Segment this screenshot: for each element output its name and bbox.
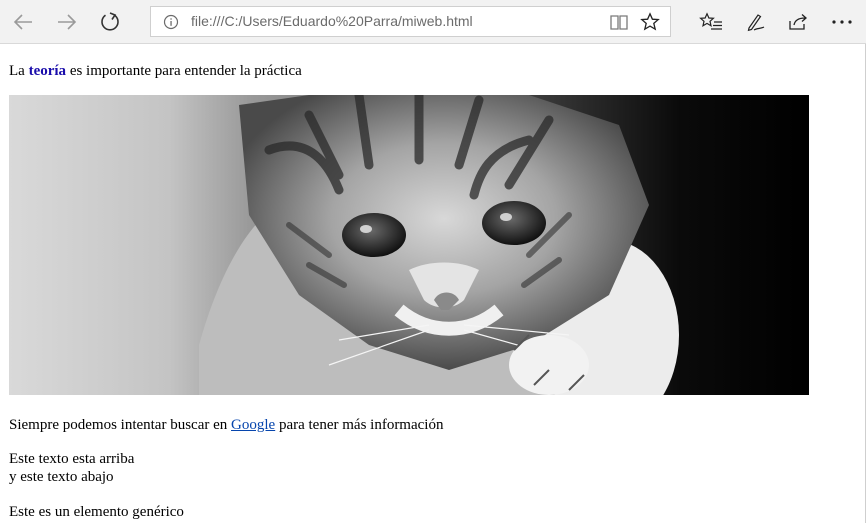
web-note-button[interactable] — [739, 7, 771, 37]
arrow-left-icon — [13, 14, 32, 30]
favorites-hub-button[interactable] — [695, 7, 727, 37]
address-bar[interactable]: file:///C:/Users/Eduardo%20Parra/miweb.h… — [150, 6, 671, 37]
refresh-icon — [101, 12, 119, 31]
text: para tener más información — [275, 417, 444, 433]
info-icon[interactable] — [163, 7, 179, 36]
share-button[interactable] — [782, 7, 814, 37]
more-button[interactable] — [826, 7, 858, 37]
favorite-star-icon[interactable] — [640, 7, 660, 36]
share-icon — [789, 14, 807, 30]
back-button[interactable] — [7, 7, 39, 37]
paragraph-google: Siempre podemos intentar buscar en Googl… — [9, 416, 443, 434]
favorites-list-icon — [699, 12, 722, 30]
forward-button[interactable] — [51, 7, 83, 37]
arrow-right-icon — [58, 14, 77, 30]
paragraph-teoria: La teoría es importante para entender la… — [9, 62, 302, 80]
pen-icon — [747, 14, 765, 32]
paragraph-line-break: Este texto esta arriba y este texto abajo — [9, 450, 134, 486]
more-dots-icon — [832, 20, 852, 24]
refresh-button[interactable] — [94, 7, 126, 37]
text: Siempre podemos intentar buscar en — [9, 417, 232, 433]
browser-toolbar: file:///C:/Users/Eduardo%20Parra/miweb.h… — [0, 0, 866, 44]
google-link[interactable]: Google — [231, 417, 275, 433]
address-url[interactable]: file:///C:/Users/Eduardo%20Parra/miweb.h… — [191, 7, 473, 36]
strong-text: teoría — [28, 63, 67, 79]
generic-element: Este es un elemento genérico — [9, 504, 184, 520]
text-line-2: y este texto abajo — [9, 469, 114, 485]
text: es importante para entender la práctica — [66, 63, 302, 79]
kitten-photo — [9, 95, 809, 395]
text: La — [9, 63, 29, 79]
text-line-1: Este texto esta arriba — [9, 451, 135, 467]
reading-view-icon[interactable] — [609, 7, 629, 36]
